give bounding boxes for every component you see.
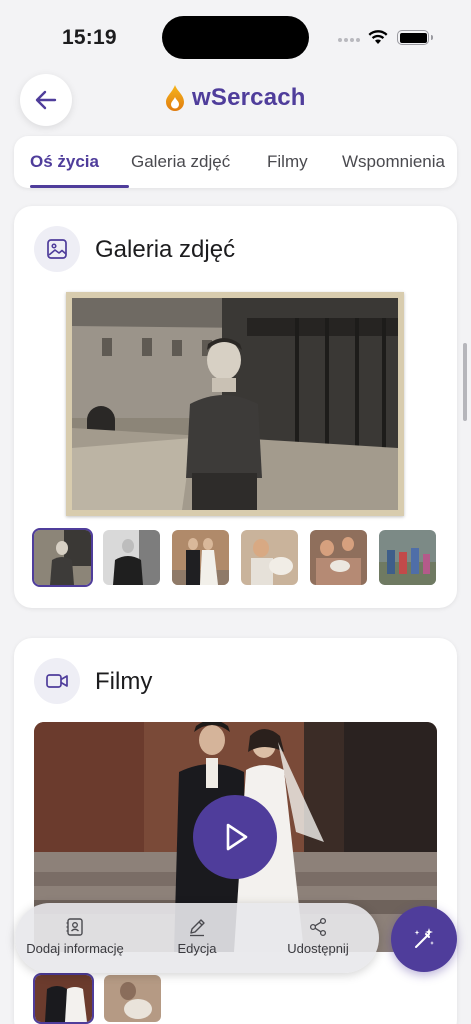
section-tabs: Oś życia Galeria zdjęć Filmy Wspomnienia xyxy=(14,136,457,188)
gallery-thumb-3[interactable] xyxy=(172,530,229,585)
magic-wand-button[interactable] xyxy=(391,906,457,972)
logo-text: wSercach xyxy=(192,84,306,111)
gallery-thumbnails xyxy=(32,528,436,587)
film-thumbnails xyxy=(33,973,161,1024)
play-button[interactable] xyxy=(193,795,277,879)
dynamic-island xyxy=(162,16,309,59)
tab-films[interactable]: Filmy xyxy=(267,152,308,172)
video-icon xyxy=(46,674,68,688)
gallery-card: Galeria zdjęć xyxy=(14,206,457,608)
edit-button[interactable]: Edycja xyxy=(142,917,252,956)
film-thumb-1[interactable] xyxy=(33,973,94,1024)
add-information-label: Dodaj informację xyxy=(26,941,124,956)
gallery-main-photo[interactable] xyxy=(66,292,404,516)
image-icon xyxy=(47,239,67,259)
battery-icon xyxy=(397,30,433,45)
play-icon xyxy=(226,823,248,851)
scroll-indicator[interactable] xyxy=(463,343,467,421)
gallery-thumb-5[interactable] xyxy=(310,530,367,585)
photo-boy-in-courtyard xyxy=(72,298,398,510)
status-time: 15:19 xyxy=(62,26,117,49)
add-information-button[interactable]: Dodaj informację xyxy=(20,917,130,956)
pencil-icon xyxy=(190,919,205,937)
tab-memories[interactable]: Wspomnienia xyxy=(342,152,445,172)
status-bar: 15:19 xyxy=(0,0,471,70)
cellular-signal-icon xyxy=(338,38,360,42)
film-thumb-2[interactable] xyxy=(104,975,161,1022)
app-logo: wSercach xyxy=(164,84,306,112)
tab-timeline[interactable]: Oś życia xyxy=(30,152,99,172)
gallery-card-icon xyxy=(34,226,80,272)
share-label: Udostępnij xyxy=(287,941,349,956)
share-button[interactable]: Udostępnij xyxy=(263,917,373,956)
id-card-icon xyxy=(66,918,83,936)
tab-gallery[interactable]: Galeria zdjęć xyxy=(131,152,230,172)
app-header: wSercach xyxy=(0,70,471,132)
arrow-left-icon xyxy=(35,90,57,110)
gallery-thumb-2[interactable] xyxy=(103,530,160,585)
films-card-icon xyxy=(34,658,80,704)
back-button[interactable] xyxy=(20,74,72,126)
active-tab-indicator xyxy=(30,185,129,188)
edit-label: Edycja xyxy=(177,941,217,956)
films-title: Filmy xyxy=(95,668,153,695)
share-icon xyxy=(309,917,327,937)
magic-wand-icon xyxy=(414,928,434,948)
gallery-title: Galeria zdjęć xyxy=(95,236,236,263)
wifi-icon xyxy=(368,30,388,44)
flame-logo-icon xyxy=(166,85,184,111)
bottom-toolbar: Dodaj informację Edycja Udostępnij xyxy=(15,903,379,973)
gallery-thumb-1[interactable] xyxy=(32,528,93,587)
gallery-thumb-4[interactable] xyxy=(241,530,298,585)
gallery-thumb-6[interactable] xyxy=(379,530,436,585)
